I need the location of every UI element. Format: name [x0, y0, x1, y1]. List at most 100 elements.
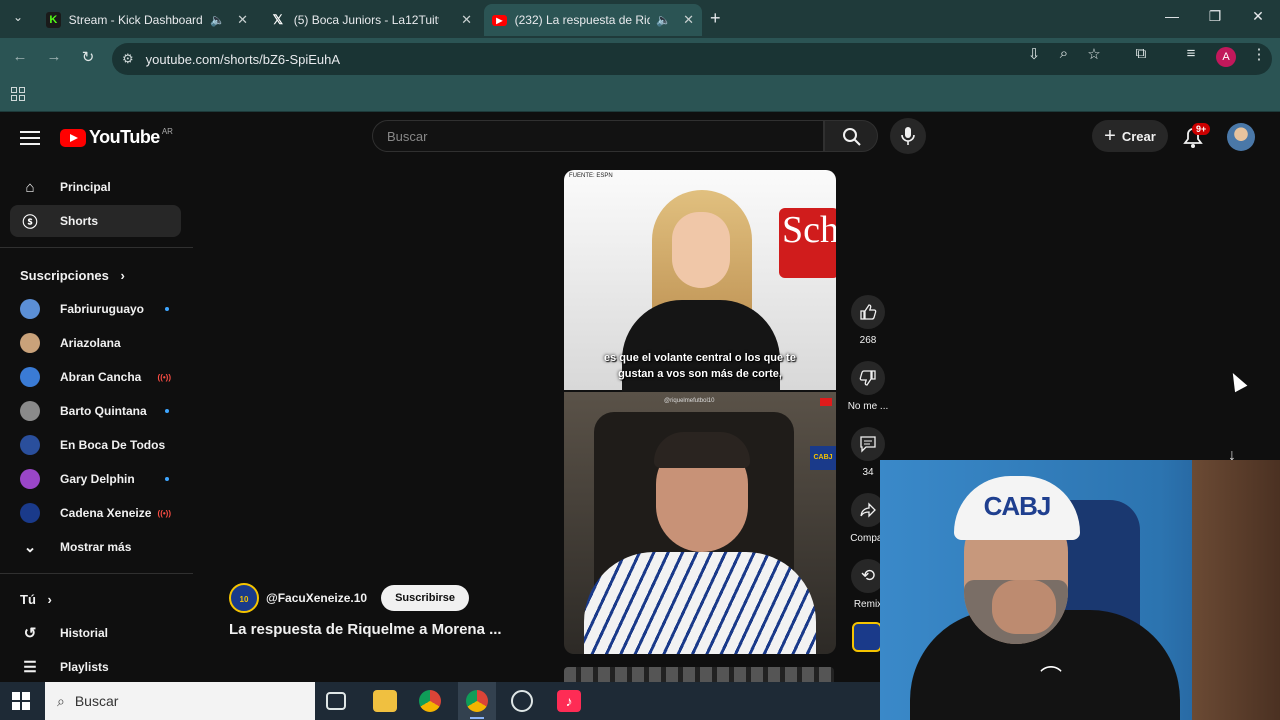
video-watermark: @riquelmefutbol10	[664, 398, 715, 404]
channel-name: Ariazolana	[60, 336, 121, 350]
chrome-icon[interactable]	[419, 690, 441, 712]
new-tab-icon[interactable]: +	[710, 8, 721, 29]
zoom-icon[interactable]: ⌕	[1054, 45, 1074, 62]
subscribe-button[interactable]: Suscribirse	[381, 585, 470, 611]
live-icon: ((•))	[157, 508, 171, 518]
voice-search-button[interactable]	[890, 118, 926, 154]
hamburger-menu-icon[interactable]	[20, 127, 40, 149]
sound-thumbnail[interactable]	[852, 622, 882, 652]
next-short-preview[interactable]	[564, 667, 834, 682]
comment-icon	[860, 436, 876, 453]
video-subtitle: es que el volante central o los que te g…	[574, 350, 826, 382]
channel-name: Gary Delphin	[60, 472, 135, 486]
close-window-icon[interactable]: ✕	[1248, 8, 1268, 25]
subscription-item[interactable]: Barto Quintana	[10, 395, 181, 427]
back-icon[interactable]: ←	[10, 48, 30, 68]
close-tab-icon[interactable]: ✕	[683, 12, 694, 28]
bookmark-star-icon[interactable]: ☆	[1084, 45, 1104, 63]
short-video-player[interactable]: Sch FUENTE: ESPN es que el volante centr…	[564, 170, 836, 654]
speaker-icon[interactable]: 🔈	[210, 13, 225, 27]
windows-taskbar: ⌕ Buscar ♪	[0, 682, 880, 720]
dislike-label: No me ...	[847, 401, 889, 412]
streamer-cap: CABJ	[954, 476, 1080, 540]
search-input[interactable]: Buscar	[372, 120, 824, 152]
subscription-item[interactable]: Cadena Xeneize ((•))	[10, 497, 181, 529]
tab-kick[interactable]: K Stream - Kick Dashboard 🔈 ✕	[38, 4, 256, 36]
sidebar-item-history[interactable]: ↺ Historial	[10, 617, 181, 649]
sidebar-item-shorts[interactable]: ⓢ Shorts	[10, 205, 181, 237]
tab-twitter[interactable]: 𝕏 (5) Boca Juniors - La12Tuittera ✕	[262, 4, 480, 36]
show-more-label: Mostrar más	[60, 540, 132, 554]
subtitle-line-2: gustan a vos son más de corte,	[618, 368, 782, 380]
new-content-dot	[165, 477, 169, 481]
show-more-button[interactable]: ⌄ Mostrar más	[10, 531, 181, 563]
profile-avatar[interactable]: A	[1216, 47, 1236, 67]
taskbar-search-input[interactable]: ⌕ Buscar	[45, 682, 315, 720]
like-count: 268	[859, 335, 877, 346]
forward-icon[interactable]: →	[44, 48, 64, 68]
speaker-icon[interactable]: 🔈	[656, 13, 671, 27]
like-button[interactable]: 268	[846, 295, 890, 346]
user-avatar[interactable]	[1227, 123, 1255, 151]
thumbs-up-icon	[860, 304, 877, 320]
task-view-icon[interactable]	[326, 692, 346, 710]
youtube-logo[interactable]: YouTube AR	[60, 127, 173, 148]
restore-icon[interactable]: ❐	[1205, 8, 1225, 25]
club-badge: CABJ	[810, 446, 836, 470]
sidebar-item-label: Playlists	[60, 660, 109, 674]
channel-avatar	[20, 367, 40, 387]
file-explorer-icon[interactable]	[373, 690, 397, 712]
live-icon: ((•))	[157, 372, 171, 382]
obs-icon[interactable]	[511, 690, 533, 712]
tiktok-icon[interactable]: ♪	[557, 690, 581, 712]
background-sign: Sch	[779, 208, 836, 278]
search-icon: ⌕	[57, 692, 65, 709]
create-button[interactable]: + Crear	[1092, 120, 1168, 152]
subscription-item[interactable]: Fabriuruguayo	[10, 293, 181, 325]
install-app-icon[interactable]: ⇩	[1024, 45, 1044, 63]
sidebar: ⌂ Principal ⓢ Shorts Suscripciones › Fab…	[0, 169, 193, 682]
windows-start-icon[interactable]	[12, 692, 30, 710]
minimize-icon[interactable]: —	[1162, 8, 1182, 24]
close-tab-icon[interactable]: ✕	[461, 12, 472, 28]
menu-kebab-icon[interactable]: ⋮	[1249, 45, 1269, 63]
subscriptions-header-label: Suscripciones	[20, 268, 109, 283]
subscriptions-header[interactable]: Suscripciones ›	[20, 268, 125, 283]
chrome-profile-taskbar-button[interactable]	[458, 682, 496, 720]
divider	[0, 573, 193, 574]
subscription-item[interactable]: Gary Delphin	[10, 463, 181, 495]
divider	[0, 247, 193, 248]
subscription-item[interactable]: Ariazolana	[10, 327, 181, 359]
channel-name: Cadena Xeneize	[60, 506, 152, 520]
channel-name: Fabriuruguayo	[60, 302, 145, 316]
you-header[interactable]: Tú ›	[20, 592, 52, 607]
logo-text: YouTube	[89, 127, 160, 147]
reload-icon[interactable]: ↻	[78, 48, 98, 68]
search-button[interactable]	[824, 120, 878, 152]
channel-avatar[interactable]: 10	[229, 583, 259, 613]
subscription-item[interactable]: Abran Cancha ((•))	[10, 361, 181, 393]
sidebar-item-home[interactable]: ⌂ Principal	[10, 171, 181, 203]
tab-youtube[interactable]: ▶ (232) La respuesta de Riquelme 🔈 ✕	[484, 4, 702, 36]
media-controls-icon[interactable]: ≡	[1181, 45, 1201, 62]
kick-icon: K	[46, 12, 61, 28]
apps-grid-icon[interactable]	[11, 87, 25, 101]
channel-handle[interactable]: @FacuXeneize.10	[266, 591, 367, 605]
tab-title: (232) La respuesta de Riquelme	[514, 13, 651, 27]
extensions-icon[interactable]: ⧉	[1131, 45, 1151, 62]
record-indicator	[820, 398, 832, 406]
subscription-item[interactable]: En Boca De Todos	[10, 429, 181, 461]
sidebar-item-playlists[interactable]: ☰ Playlists	[10, 651, 181, 683]
microphone-icon	[901, 127, 915, 145]
sidebar-item-label: Shorts	[60, 214, 99, 228]
tab-search-dropdown-icon[interactable]: ⌄	[10, 10, 26, 26]
site-info-icon[interactable]: ⚙	[122, 51, 134, 67]
video-frame-top: Sch FUENTE: ESPN es que el volante centr…	[564, 170, 836, 400]
chevron-down-icon: ⌄	[23, 539, 37, 556]
close-tab-icon[interactable]: ✕	[237, 12, 248, 28]
channel-name: Abran Cancha	[60, 370, 142, 384]
dislike-button[interactable]: No me ...	[846, 361, 890, 412]
video-title[interactable]: La respuesta de Riquelme a Morena ...	[229, 621, 502, 638]
search-icon	[843, 128, 861, 146]
browser-tab-bar: ⌄ K Stream - Kick Dashboard 🔈 ✕ 𝕏 (5) Bo…	[0, 0, 1280, 38]
